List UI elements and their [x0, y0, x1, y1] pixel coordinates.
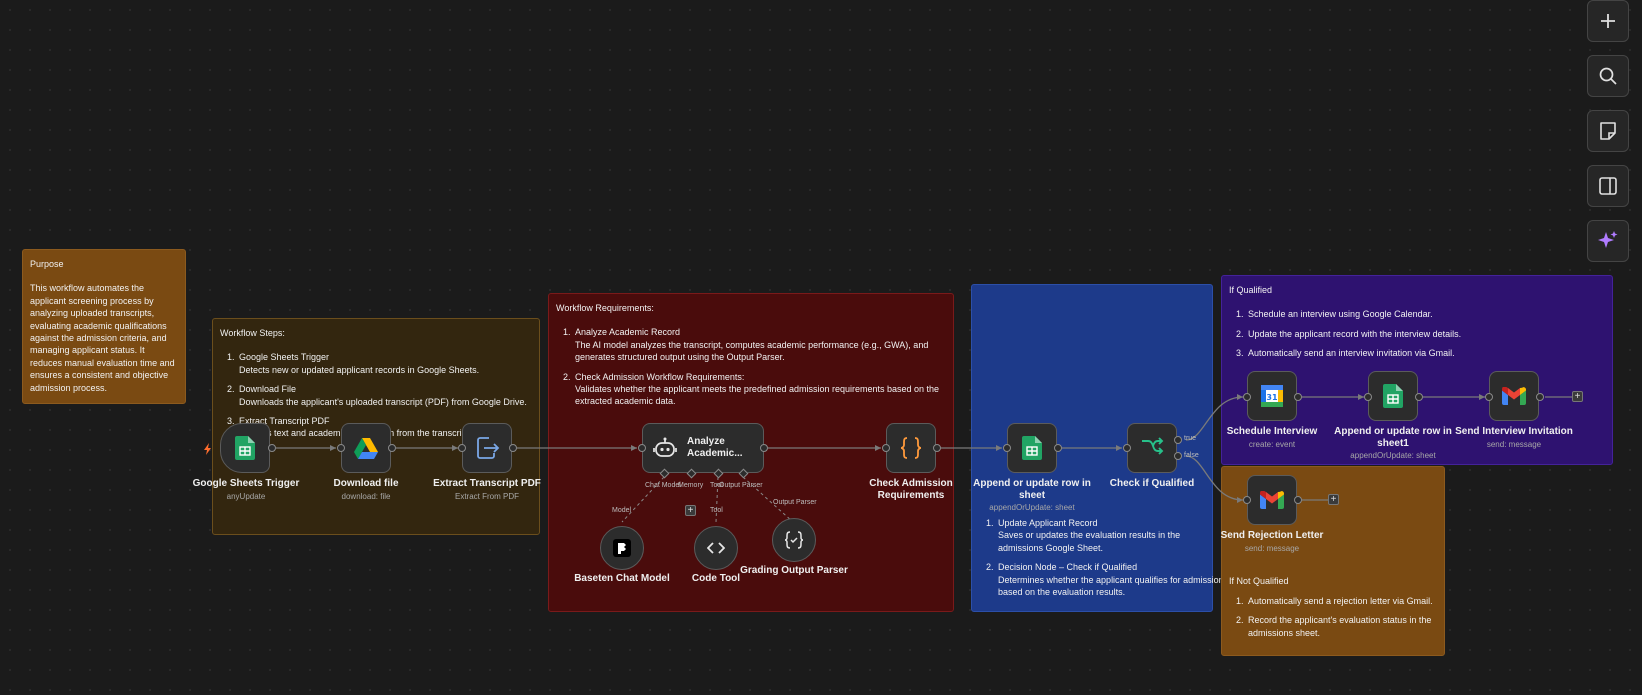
node-label: Send Interview Invitation [1455, 426, 1573, 437]
node-send-interview-invitation[interactable] [1489, 371, 1539, 421]
if-branch-icon [1142, 437, 1164, 455]
add-node-plus-button[interactable]: + [1328, 494, 1339, 505]
connections-layer [276, 394, 1572, 523]
input-port[interactable] [458, 444, 466, 452]
output-port[interactable] [1294, 496, 1302, 504]
add-memory-plus-button[interactable]: + [685, 505, 696, 516]
node-label: Google Sheets Trigger [192, 478, 300, 489]
search-button[interactable] [1587, 55, 1629, 97]
output-port-true[interactable] [1174, 436, 1182, 444]
output-port[interactable] [1294, 393, 1302, 401]
node-extract-transcript-pdf[interactable] [462, 423, 512, 473]
node-subtitle: send: message [1486, 440, 1542, 449]
node-label: Append or update row in sheet [973, 478, 1091, 501]
node-append-or-update-row1[interactable] [1368, 371, 1418, 421]
toggle-panel-button[interactable] [1587, 165, 1629, 207]
google-drive-icon [354, 437, 378, 459]
connection-label-tool: Tool [710, 507, 723, 514]
search-icon [1599, 67, 1617, 85]
code-braces-icon [900, 437, 922, 459]
node-label: Check Admission Requirements [869, 478, 953, 501]
zoom-in-button[interactable] [1587, 0, 1629, 42]
svg-text:31: 31 [1266, 393, 1278, 402]
sub-port-label-memory: Memory [678, 482, 704, 489]
output-port[interactable] [268, 444, 276, 452]
output-parser-icon [784, 531, 804, 549]
node-check-if-qualified[interactable] [1127, 423, 1177, 473]
node-subtitle: appendOrUpdate: sheet [989, 503, 1075, 512]
branch-label-false: false [1184, 452, 1199, 459]
node-download-file[interactable] [341, 423, 391, 473]
output-port-false[interactable] [1174, 452, 1182, 460]
sub-port-label-output-parser: Output Parser [719, 482, 763, 489]
output-port[interactable] [1054, 444, 1062, 452]
node-label: Schedule Interview [1226, 426, 1318, 437]
extract-file-icon [477, 437, 500, 459]
input-port[interactable] [1243, 393, 1251, 401]
input-port[interactable] [1364, 393, 1372, 401]
plus-icon [1601, 14, 1615, 28]
input-port[interactable] [1243, 496, 1251, 504]
output-port[interactable] [760, 444, 768, 452]
add-sticky-note-button[interactable] [1587, 110, 1629, 152]
input-port[interactable] [1003, 444, 1011, 452]
panel-toggle-icon [1599, 177, 1617, 195]
output-port[interactable] [1415, 393, 1423, 401]
node-label: Grading Output Parser [740, 565, 848, 576]
sticky-note-icon [1600, 122, 1616, 140]
node-subtitle: appendOrUpdate: sheet [1350, 451, 1436, 460]
input-port[interactable] [882, 444, 890, 452]
gmail-icon [1502, 387, 1526, 405]
output-port[interactable] [509, 444, 517, 452]
input-port[interactable] [1123, 444, 1131, 452]
branch-label-true: true [1184, 435, 1197, 442]
trigger-bolt-icon [204, 443, 211, 455]
code-tool-icon [707, 542, 725, 554]
input-port[interactable] [1485, 393, 1493, 401]
node-code-tool[interactable] [694, 526, 738, 570]
node-label: Extract Transcript PDF [433, 478, 541, 489]
node-google-sheets-trigger[interactable] [220, 423, 270, 473]
connection-label-model: Model [612, 507, 632, 514]
ai-agent-robot-icon [653, 437, 677, 457]
node-baseten-chat-model[interactable] [600, 526, 644, 570]
node-subtitle: Extract From PDF [454, 492, 519, 501]
node-check-admission[interactable] [886, 423, 936, 473]
output-port[interactable] [933, 444, 941, 452]
gmail-icon [1260, 491, 1284, 509]
node-analyze-academic[interactable]: Analyze Academic... [642, 423, 764, 473]
google-calendar-icon: 31 [1261, 385, 1283, 407]
ai-sparkle-icon [1598, 231, 1618, 248]
node-subtitle: anyUpdate [226, 492, 266, 501]
node-send-rejection-letter[interactable] [1247, 475, 1297, 525]
baseten-icon [613, 539, 631, 557]
node-label: Download file [333, 478, 399, 489]
node-label: Check if Qualified [1109, 478, 1195, 489]
node-subtitle: send: message [1244, 544, 1300, 553]
google-sheets-icon [1022, 436, 1042, 460]
node-schedule-interview[interactable]: 31 [1247, 371, 1297, 421]
ai-assistant-button[interactable] [1587, 220, 1629, 262]
node-label: Analyze Academic... [687, 435, 743, 460]
output-port[interactable] [1536, 393, 1544, 401]
node-label: Send Rejection Letter [1220, 530, 1324, 541]
google-sheets-icon [235, 436, 255, 460]
node-subtitle: download: file [341, 492, 391, 501]
node-grading-output-parser[interactable] [772, 518, 816, 562]
output-port[interactable] [388, 444, 396, 452]
google-sheets-icon [1383, 384, 1403, 408]
connection-label-output-parser: Output Parser [773, 499, 817, 506]
input-port[interactable] [337, 444, 345, 452]
sub-port-label-chat-model: Chat Model [645, 482, 681, 489]
node-label: Append or update row in sheet1 [1334, 426, 1452, 449]
add-node-plus-button[interactable]: + [1572, 391, 1583, 402]
node-append-or-update-row[interactable] [1007, 423, 1057, 473]
node-subtitle: create: event [1248, 440, 1296, 449]
input-port[interactable] [638, 444, 646, 452]
